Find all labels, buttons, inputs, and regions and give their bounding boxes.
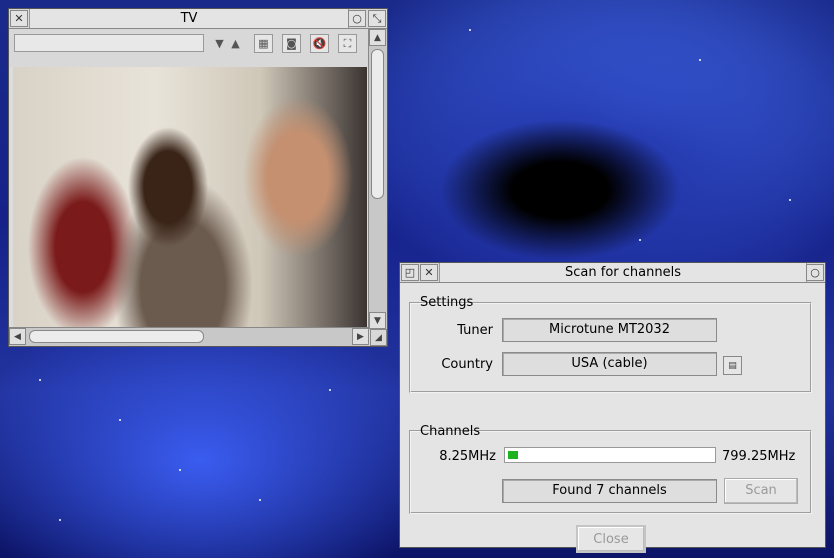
scroll-up-icon[interactable]: ▲	[369, 29, 386, 46]
vertical-scroll-thumb[interactable]	[371, 49, 384, 199]
tv-window: ✕ TV ○ ⤡ ▼ ▲ ▦ ◙ 🔇 ⛶ ▲ ▼ ◀ ▶ ◢	[8, 8, 388, 347]
tv-toolbar: ▼ ▲ ▦ ◙ 🔇 ⛶	[9, 29, 369, 67]
close-icon[interactable]: ✕	[10, 10, 28, 27]
tuner-label: Tuner	[457, 323, 493, 338]
country-label: Country	[441, 357, 493, 372]
scroll-down-icon[interactable]: ▼	[369, 312, 386, 329]
freq-start-label: 8.25MHz	[439, 449, 496, 464]
channels-label: Channels	[420, 424, 481, 439]
scan-progress-fill	[508, 451, 518, 459]
settings-group	[409, 302, 812, 393]
scan-titlebar[interactable]: ◰ ✕ Scan for channels ○	[400, 263, 825, 283]
tv-titlebar[interactable]: ✕ TV ○ ⤡	[9, 9, 387, 29]
scan-button[interactable]: Scan	[724, 478, 798, 504]
channel-up-icon[interactable]: ▲	[226, 34, 245, 53]
vertical-scrollbar[interactable]: ▲ ▼	[368, 29, 387, 329]
freq-end-label: 799.25MHz	[722, 449, 796, 464]
tv-video	[13, 67, 367, 327]
settings-label: Settings	[420, 295, 474, 310]
close-button[interactable]: Close	[576, 525, 646, 553]
scroll-left-icon[interactable]: ◀	[9, 328, 26, 345]
country-field: USA (cable)	[502, 352, 717, 376]
horizontal-scroll-thumb[interactable]	[29, 330, 204, 343]
country-menu-icon[interactable]: ▤	[723, 356, 742, 375]
toggle-size-icon[interactable]: ⤡	[368, 10, 386, 27]
resize-icon[interactable]: ◢	[370, 329, 387, 346]
horizontal-scrollbar[interactable]: ◀ ▶	[9, 327, 369, 346]
back-icon[interactable]: ◰	[401, 264, 419, 281]
snapshot-icon[interactable]: ◙	[282, 34, 301, 53]
scan-window: ◰ ✕ Scan for channels ○ Settings Tuner M…	[399, 262, 826, 553]
window-title[interactable]: Scan for channels	[439, 263, 807, 282]
scroll-right-icon[interactable]: ▶	[352, 328, 369, 345]
scan-panel: Settings Tuner Microtune MT2032 Country …	[400, 283, 825, 553]
window-title[interactable]: TV	[29, 9, 349, 28]
scan-status-field: Found 7 channels	[502, 479, 717, 503]
mute-icon[interactable]: 🔇	[310, 34, 329, 53]
iconise-icon[interactable]: ○	[348, 10, 366, 27]
iconise-icon[interactable]: ○	[806, 264, 824, 281]
fullscreen-icon[interactable]: ⛶	[338, 34, 357, 53]
channel-input[interactable]	[14, 34, 204, 52]
tuner-field: Microtune MT2032	[502, 318, 717, 342]
close-icon[interactable]: ✕	[420, 264, 438, 281]
teletext-icon[interactable]: ▦	[254, 34, 273, 53]
scan-progress-bar	[504, 447, 716, 463]
